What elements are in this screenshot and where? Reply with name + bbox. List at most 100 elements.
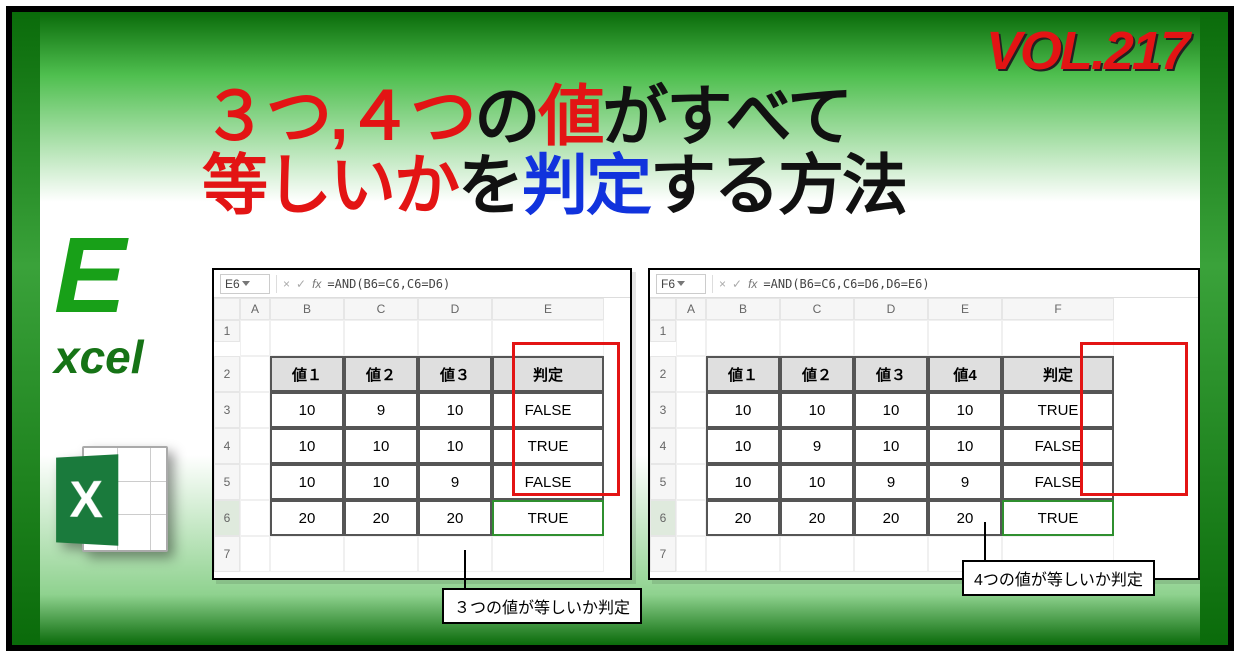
row-header[interactable]: 1 xyxy=(650,320,676,342)
cell[interactable] xyxy=(706,320,780,356)
cell[interactable] xyxy=(240,500,270,536)
cancel-icon[interactable]: × xyxy=(719,277,726,291)
cell[interactable] xyxy=(676,500,706,536)
cell[interactable] xyxy=(676,392,706,428)
row-header[interactable]: 5 xyxy=(214,464,240,500)
table-header[interactable]: 値３ xyxy=(418,356,492,392)
cell[interactable] xyxy=(676,428,706,464)
col-header-c[interactable]: C xyxy=(344,298,418,320)
table-cell[interactable]: 20 xyxy=(418,500,492,536)
cell[interactable] xyxy=(780,320,854,356)
table-cell[interactable]: 10 xyxy=(344,464,418,500)
row-header[interactable]: 4 xyxy=(650,428,676,464)
table-cell[interactable]: 9 xyxy=(928,464,1002,500)
row-header[interactable]: 4 xyxy=(214,428,240,464)
table-cell[interactable]: 10 xyxy=(270,392,344,428)
cell[interactable] xyxy=(676,536,706,572)
table-cell[interactable]: 10 xyxy=(706,392,780,428)
row-header[interactable]: 3 xyxy=(214,392,240,428)
enter-icon[interactable]: ✓ xyxy=(296,277,306,291)
cell[interactable] xyxy=(240,356,270,392)
table-cell[interactable]: 10 xyxy=(780,392,854,428)
cell[interactable] xyxy=(676,356,706,392)
col-header-e[interactable]: E xyxy=(492,298,604,320)
table-cell[interactable]: 10 xyxy=(270,428,344,464)
cell[interactable] xyxy=(240,320,270,356)
cell[interactable] xyxy=(344,536,418,572)
row-header[interactable]: 7 xyxy=(214,536,240,572)
table-cell[interactable]: 9 xyxy=(344,392,418,428)
table-cell[interactable]: 10 xyxy=(706,464,780,500)
row-header[interactable]: 6 xyxy=(214,500,240,536)
table-header[interactable]: 値３ xyxy=(854,356,928,392)
col-header-d[interactable]: D xyxy=(418,298,492,320)
table-cell[interactable]: 9 xyxy=(854,464,928,500)
table-cell[interactable]: 10 xyxy=(928,428,1002,464)
cell[interactable] xyxy=(344,320,418,356)
table-cell[interactable]: 9 xyxy=(780,428,854,464)
row-header[interactable]: 2 xyxy=(214,356,240,392)
cell[interactable] xyxy=(780,536,854,572)
table-cell[interactable]: 20 xyxy=(928,500,1002,536)
table-cell[interactable]: 10 xyxy=(270,464,344,500)
enter-icon[interactable]: ✓ xyxy=(732,277,742,291)
cell[interactable] xyxy=(676,464,706,500)
row-header[interactable]: 5 xyxy=(650,464,676,500)
cell[interactable] xyxy=(240,464,270,500)
formula-text[interactable]: =AND(B6=C6,C6=D6) xyxy=(327,277,450,291)
cell[interactable] xyxy=(706,536,780,572)
cell[interactable] xyxy=(492,536,604,572)
table-cell[interactable]: 10 xyxy=(928,392,1002,428)
table-cell[interactable]: 20 xyxy=(706,500,780,536)
table-header[interactable]: 値２ xyxy=(780,356,854,392)
cell[interactable] xyxy=(240,428,270,464)
col-header-e[interactable]: E xyxy=(928,298,1002,320)
select-all[interactable] xyxy=(650,298,676,320)
table-cell[interactable]: 9 xyxy=(418,464,492,500)
cancel-icon[interactable]: × xyxy=(283,277,290,291)
cell[interactable] xyxy=(854,320,928,356)
col-header-a[interactable]: A xyxy=(676,298,706,320)
cell[interactable] xyxy=(854,536,928,572)
cell[interactable] xyxy=(270,536,344,572)
name-box[interactable]: E6 xyxy=(220,274,270,294)
table-cell[interactable]: 10 xyxy=(854,428,928,464)
table-header[interactable]: 値4 xyxy=(928,356,1002,392)
fx-icon[interactable]: fx xyxy=(312,277,321,291)
name-box[interactable]: F6 xyxy=(656,274,706,294)
col-header-d[interactable]: D xyxy=(854,298,928,320)
col-header-c[interactable]: C xyxy=(780,298,854,320)
table-cell[interactable]: 10 xyxy=(706,428,780,464)
row-header[interactable]: 7 xyxy=(650,536,676,572)
active-cell[interactable]: TRUE xyxy=(1002,500,1114,536)
table-cell[interactable]: 20 xyxy=(270,500,344,536)
cell[interactable] xyxy=(418,320,492,356)
active-cell[interactable]: TRUE xyxy=(492,500,604,536)
table-cell[interactable]: 20 xyxy=(854,500,928,536)
select-all[interactable] xyxy=(214,298,240,320)
table-cell[interactable]: 10 xyxy=(418,392,492,428)
cell[interactable] xyxy=(240,536,270,572)
cell[interactable] xyxy=(418,536,492,572)
cell[interactable] xyxy=(676,320,706,356)
col-header-b[interactable]: B xyxy=(706,298,780,320)
cell[interactable] xyxy=(270,320,344,356)
row-header[interactable]: 1 xyxy=(214,320,240,342)
table-cell[interactable]: 10 xyxy=(418,428,492,464)
table-cell[interactable]: 10 xyxy=(344,428,418,464)
cell[interactable] xyxy=(240,392,270,428)
table-cell[interactable]: 20 xyxy=(780,500,854,536)
formula-text[interactable]: =AND(B6=C6,C6=D6,D6=E6) xyxy=(763,277,929,291)
col-header-f[interactable]: F xyxy=(1002,298,1114,320)
fx-icon[interactable]: fx xyxy=(748,277,757,291)
table-header[interactable]: 値２ xyxy=(344,356,418,392)
table-header[interactable]: 値１ xyxy=(270,356,344,392)
row-header[interactable]: 6 xyxy=(650,500,676,536)
table-cell[interactable]: 20 xyxy=(344,500,418,536)
row-header[interactable]: 3 xyxy=(650,392,676,428)
row-header[interactable]: 2 xyxy=(650,356,676,392)
col-header-a[interactable]: A xyxy=(240,298,270,320)
cell[interactable] xyxy=(928,320,1002,356)
col-header-b[interactable]: B xyxy=(270,298,344,320)
table-cell[interactable]: 10 xyxy=(780,464,854,500)
